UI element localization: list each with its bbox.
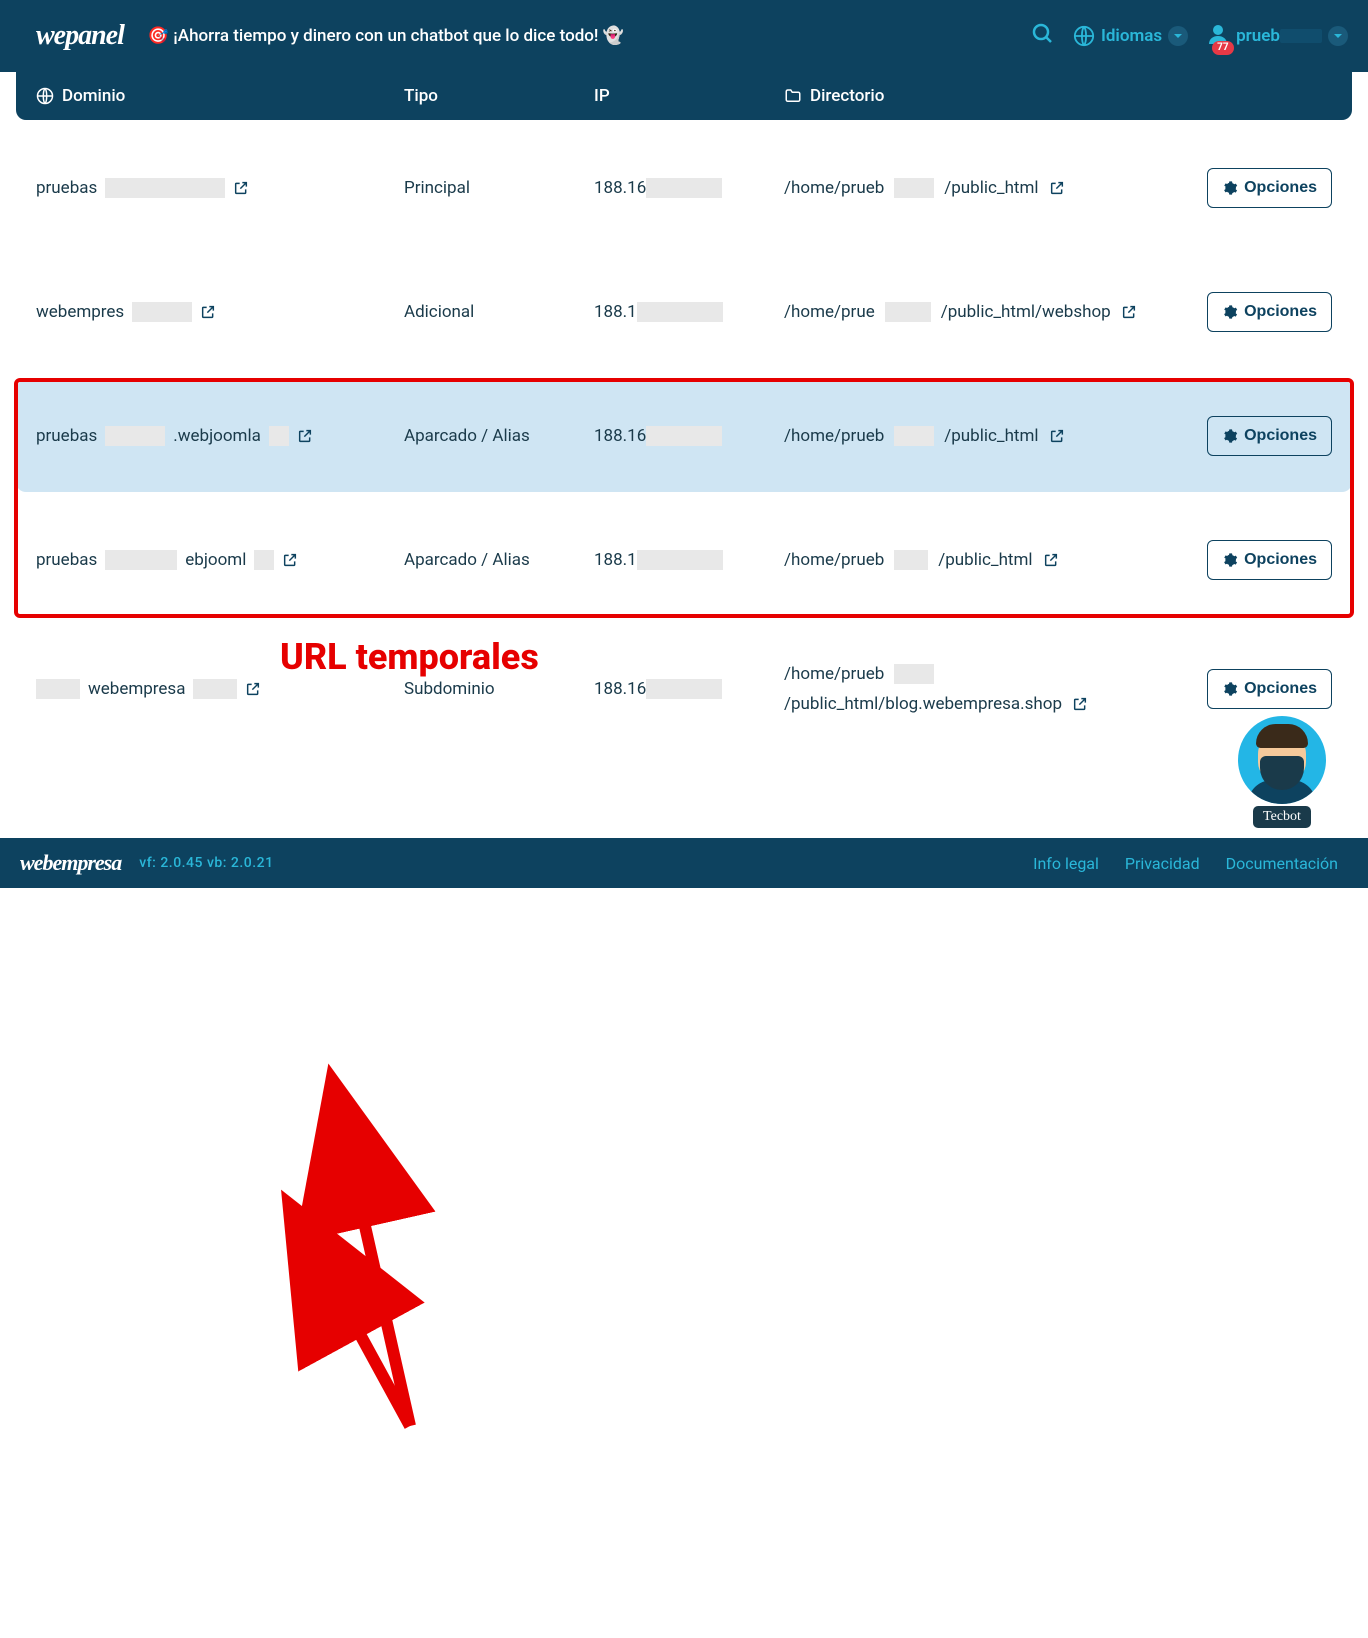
globe-icon — [1073, 25, 1095, 47]
cell-dir: /home/prue/public_html/webshop — [784, 302, 1184, 322]
options-button[interactable]: Opciones — [1207, 292, 1332, 332]
cell-domain: pruebasebjooml — [36, 550, 404, 570]
cell-dir: /home/prueb/public_html — [784, 426, 1184, 446]
external-link-icon[interactable] — [297, 428, 313, 444]
col-domain-label: Dominio — [62, 86, 125, 106]
col-dir-label: Directorio — [810, 86, 884, 106]
options-button[interactable]: Opciones — [1207, 168, 1332, 208]
language-selector[interactable]: Idiomas — [1073, 25, 1188, 47]
external-link-icon[interactable] — [233, 180, 249, 196]
language-label: Idiomas — [1101, 26, 1162, 46]
external-link-icon[interactable] — [1072, 696, 1088, 712]
cell-dir: /home/prueb/public_html — [784, 550, 1184, 570]
footer-link-legal[interactable]: Info legal — [1033, 854, 1099, 873]
cell-ip: 188.1 — [594, 302, 784, 323]
rows-container: pruebasPrincipal188.16/home/prueb/public… — [16, 132, 1352, 750]
chatbot-label: Tecbot — [1253, 806, 1311, 828]
external-link-icon[interactable] — [1121, 304, 1137, 320]
cell-domain: pruebas — [36, 178, 404, 198]
folder-icon — [784, 87, 802, 105]
app-header: wepanel 🎯 ¡Ahorra tiempo y dinero con un… — [0, 0, 1368, 72]
cell-ip: 188.16 — [594, 426, 784, 447]
cell-type: Aparcado / Alias — [404, 550, 594, 570]
cell-type: Subdominio — [404, 679, 594, 699]
cell-type: Principal — [404, 178, 594, 198]
footer-link-docs[interactable]: Documentación — [1226, 854, 1338, 873]
table-row: pruebasPrincipal188.16/home/prueb/public… — [16, 132, 1352, 244]
external-link-icon[interactable] — [1043, 552, 1059, 568]
gear-icon — [1222, 304, 1238, 320]
gear-icon — [1222, 552, 1238, 568]
chevron-down-icon — [1168, 26, 1188, 46]
col-type-label: Tipo — [404, 86, 594, 106]
cell-dir: /home/prueb/public_html/blog.webempresa.… — [784, 664, 1184, 714]
app-footer: webempresa vf: 2.0.45 vb: 2.0.21 Info le… — [0, 838, 1368, 888]
gear-icon — [1222, 180, 1238, 196]
notification-badge: 77 — [1212, 41, 1233, 55]
options-button[interactable]: Opciones — [1207, 416, 1332, 456]
cell-ip: 188.16 — [594, 178, 784, 199]
footer-links: Info legal Privacidad Documentación — [1033, 854, 1338, 873]
cell-domain: pruebas.webjoomla — [36, 426, 404, 446]
cell-domain: webempresa — [36, 679, 404, 699]
chatbot-widget[interactable]: Tecbot — [1236, 716, 1328, 828]
cell-type: Adicional — [404, 302, 594, 322]
cell-domain: webempres — [36, 302, 404, 322]
table-row: webempresAdicional188.1/home/prue/public… — [16, 256, 1352, 368]
footer-link-privacy[interactable]: Privacidad — [1125, 854, 1200, 873]
external-link-icon[interactable] — [245, 681, 261, 697]
globe-icon — [36, 87, 54, 105]
options-button[interactable]: Opciones — [1207, 669, 1332, 709]
external-link-icon[interactable] — [1049, 428, 1065, 444]
table-header: Dominio Tipo IP Directorio — [16, 72, 1352, 120]
external-link-icon[interactable] — [282, 552, 298, 568]
table-row: pruebasebjoomlAparcado / Alias188.1/home… — [16, 504, 1352, 616]
user-name: prueb — [1236, 26, 1322, 46]
table-row: pruebas.webjoomlaAparcado / Alias188.16/… — [16, 380, 1352, 492]
cell-dir: /home/prueb/public_html — [784, 178, 1184, 198]
app-logo: wepanel — [36, 20, 124, 52]
cell-type: Aparcado / Alias — [404, 426, 594, 446]
search-icon[interactable] — [1031, 22, 1055, 50]
cell-ip: 188.16 — [594, 679, 784, 700]
user-menu[interactable]: 77 prueb — [1206, 22, 1348, 51]
gear-icon — [1222, 681, 1238, 697]
external-link-icon[interactable] — [1049, 180, 1065, 196]
cell-ip: 188.1 — [594, 550, 784, 571]
options-button[interactable]: Opciones — [1207, 540, 1332, 580]
chevron-down-icon — [1328, 26, 1348, 46]
gear-icon — [1222, 428, 1238, 444]
chatbot-avatar — [1238, 716, 1326, 804]
col-ip-label: IP — [594, 86, 784, 106]
promo-text: 🎯 ¡Ahorra tiempo y dinero con un chatbot… — [148, 26, 1031, 46]
annotation-label: URL temporales — [280, 636, 539, 678]
user-icon: 77 — [1206, 22, 1230, 51]
external-link-icon[interactable] — [200, 304, 216, 320]
footer-version: vf: 2.0.45 vb: 2.0.21 — [139, 855, 273, 871]
table-row: webempresaSubdominio188.16/home/prueb/pu… — [16, 628, 1352, 750]
footer-logo: webempresa — [20, 850, 121, 876]
